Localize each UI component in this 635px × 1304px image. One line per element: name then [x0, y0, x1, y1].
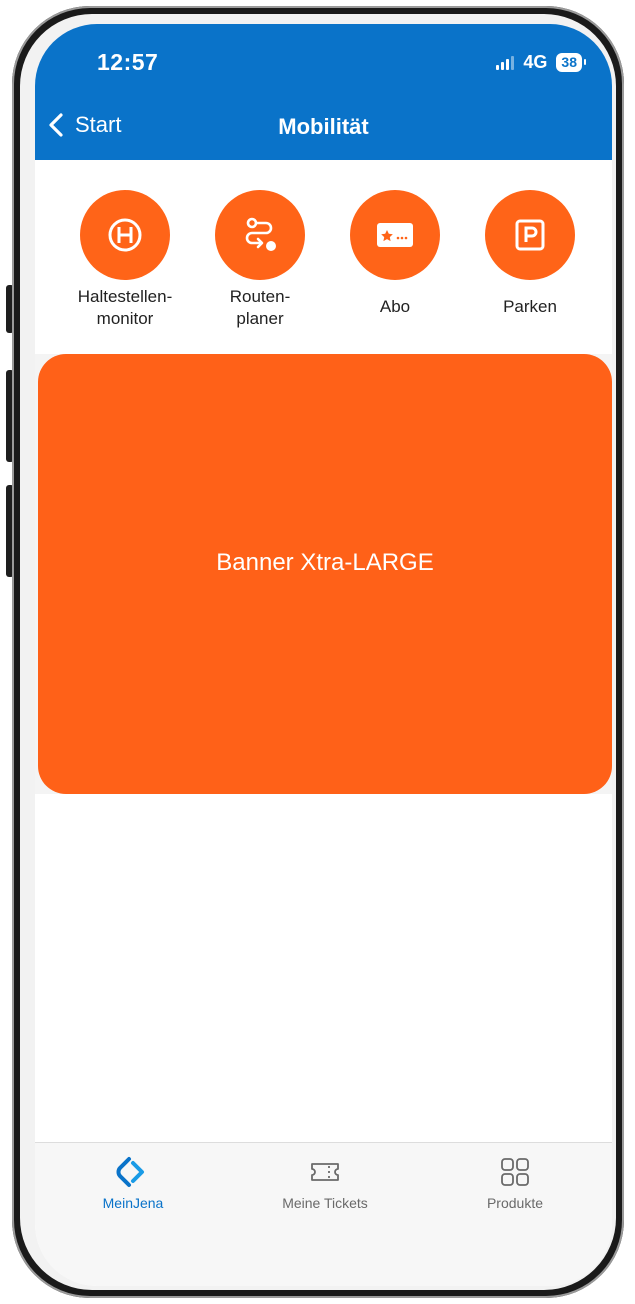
meinjena-logo-icon: [116, 1157, 144, 1187]
action-label: Abo: [325, 296, 465, 318]
tab-meine-tickets[interactable]: Meine Tickets: [245, 1155, 405, 1211]
action-label-line1: Abo: [379, 297, 411, 316]
tab-produkte[interactable]: Produkte: [435, 1155, 595, 1211]
signal-icon: [496, 55, 515, 70]
bottom-tab-bar: MeinJena Meine Tickets Produkte: [35, 1142, 612, 1286]
quick-action-parken[interactable]: Parken: [460, 184, 600, 318]
status-time: 12:57: [97, 49, 159, 75]
action-label: Parken: [460, 296, 600, 318]
parken-button[interactable]: [485, 190, 575, 280]
action-label: Haltestellen- monitor: [55, 286, 195, 330]
page-title: Mobilität: [278, 114, 369, 139]
routenplaner-button[interactable]: [215, 190, 305, 280]
action-label-line1: Parken: [503, 297, 557, 316]
subscription-card-icon: [377, 223, 413, 247]
quick-actions: Haltestellen- monitor Routen- planer Abo: [35, 184, 612, 354]
action-label-line2: planer: [236, 309, 284, 328]
tab-label: Produkte: [486, 1195, 544, 1211]
network-type: 4G: [523, 52, 548, 72]
quick-action-routenplaner[interactable]: Routen- planer: [190, 184, 330, 330]
abo-button[interactable]: [350, 190, 440, 280]
battery-level: 38: [561, 54, 577, 70]
parking-icon: [515, 219, 545, 251]
app-header: 12:57 4G 38 Start Mobilität: [35, 24, 612, 160]
status-indicators: 4G 38: [496, 52, 586, 73]
ticket-icon: [311, 1163, 339, 1181]
haltestellenmonitor-button[interactable]: [80, 190, 170, 280]
app-screen: 12:57 4G 38 Start Mobilität Haltestellen…: [35, 24, 612, 1286]
bus-stop-icon: [108, 218, 142, 252]
route-icon: [245, 217, 276, 251]
tab-label: MeinJena: [102, 1195, 164, 1211]
tab-label: Meine Tickets: [282, 1195, 368, 1211]
grid-icon: [501, 1158, 529, 1186]
tab-meinjena[interactable]: MeinJena: [53, 1155, 213, 1211]
banner-area: Banner Xtra-LARGE: [35, 354, 612, 794]
action-label-line1: Haltestellen-: [77, 287, 173, 306]
action-label-line1: Routen-: [229, 287, 291, 306]
promo-banner[interactable]: Banner Xtra-LARGE: [38, 354, 612, 794]
action-label: Routen- planer: [190, 286, 330, 330]
battery-icon: 38: [556, 53, 586, 72]
quick-action-haltestellenmonitor[interactable]: Haltestellen- monitor: [55, 184, 195, 330]
action-label-line2: monitor: [96, 309, 154, 328]
quick-action-abo[interactable]: Abo: [325, 184, 465, 318]
banner-text: Banner Xtra-LARGE: [216, 549, 434, 576]
